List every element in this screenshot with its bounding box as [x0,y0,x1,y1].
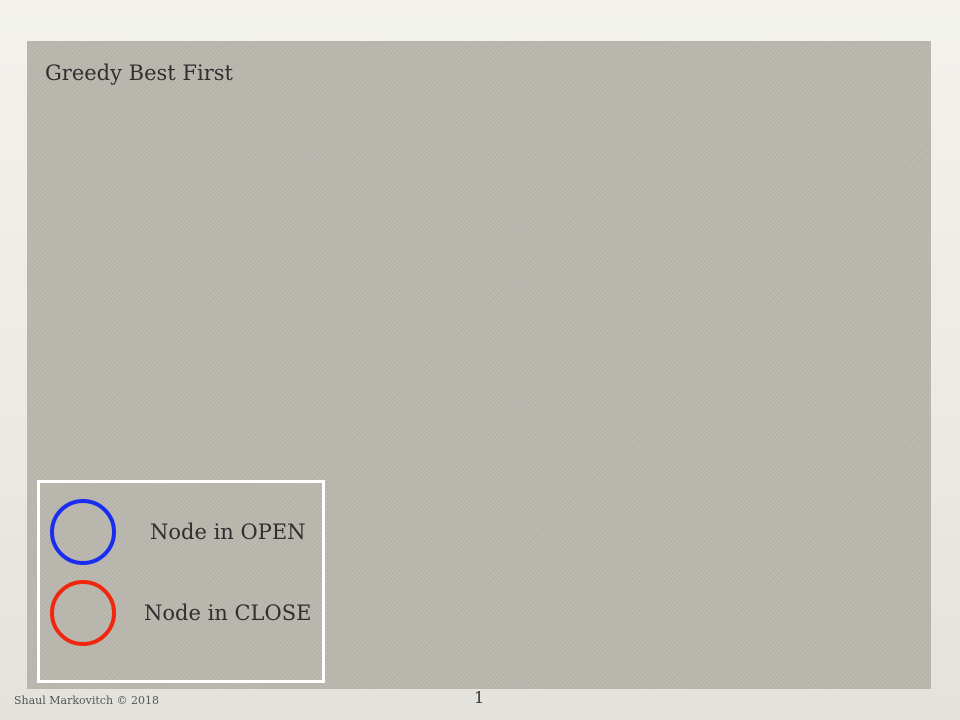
page-number: 1 [474,688,485,707]
slide-panel: Greedy Best First Node in OPEN Node in C… [27,41,931,689]
legend-label-open: Node in OPEN [150,520,306,544]
legend-item-open: Node in OPEN [40,497,322,573]
legend-label-close: Node in CLOSE [144,601,312,625]
legend-item-close: Node in CLOSE [40,578,322,654]
footer-credit: Shaul Markovitch © 2018 [14,694,160,707]
close-node-circle-icon [50,580,116,646]
slide-title: Greedy Best First [45,61,233,85]
open-node-circle-icon [50,499,116,565]
legend-box: Node in OPEN Node in CLOSE [37,480,325,683]
